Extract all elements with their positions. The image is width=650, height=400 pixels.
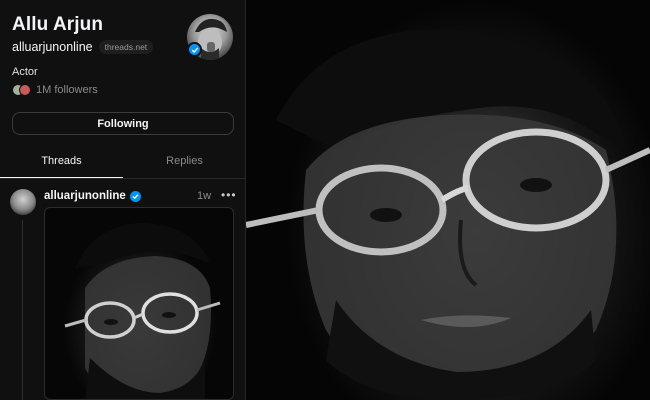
follower-avatar xyxy=(19,84,31,96)
post-username[interactable]: alluarjunonline xyxy=(44,190,126,202)
portrait-illustration xyxy=(246,29,650,400)
followers-count[interactable]: 1M followers xyxy=(36,84,98,96)
post-header: alluarjunonline xyxy=(44,190,141,202)
follower-avatars xyxy=(12,84,31,96)
tab-replies[interactable]: Replies xyxy=(123,148,246,178)
profile-bio: Actor xyxy=(12,66,38,78)
tab-threads[interactable]: Threads xyxy=(0,148,123,178)
post-avatar[interactable] xyxy=(10,189,36,215)
verified-check-icon xyxy=(129,190,141,202)
profile-handle: alluarjunonline xyxy=(12,40,93,54)
more-dots-icon[interactable]: ••• xyxy=(221,188,237,202)
followers-row[interactable]: 1M followers xyxy=(12,84,98,96)
tabs-divider xyxy=(0,178,246,179)
thread-line xyxy=(22,220,23,400)
following-button[interactable]: Following xyxy=(12,112,234,135)
post-portrait-illustration xyxy=(64,223,221,399)
post-time: 1w xyxy=(197,190,212,202)
verified-check-icon xyxy=(187,42,202,57)
profile-tabs: Threads Replies xyxy=(0,148,246,178)
post-image[interactable] xyxy=(44,207,234,400)
handle-row: alluarjunonline threads.net xyxy=(12,40,154,54)
profile-background-photo xyxy=(246,0,650,400)
profile-panel: Allu Arjun alluarjunonline threads.net A… xyxy=(0,0,246,400)
domain-badge[interactable]: threads.net xyxy=(98,40,154,54)
profile-name: Allu Arjun xyxy=(12,14,104,35)
